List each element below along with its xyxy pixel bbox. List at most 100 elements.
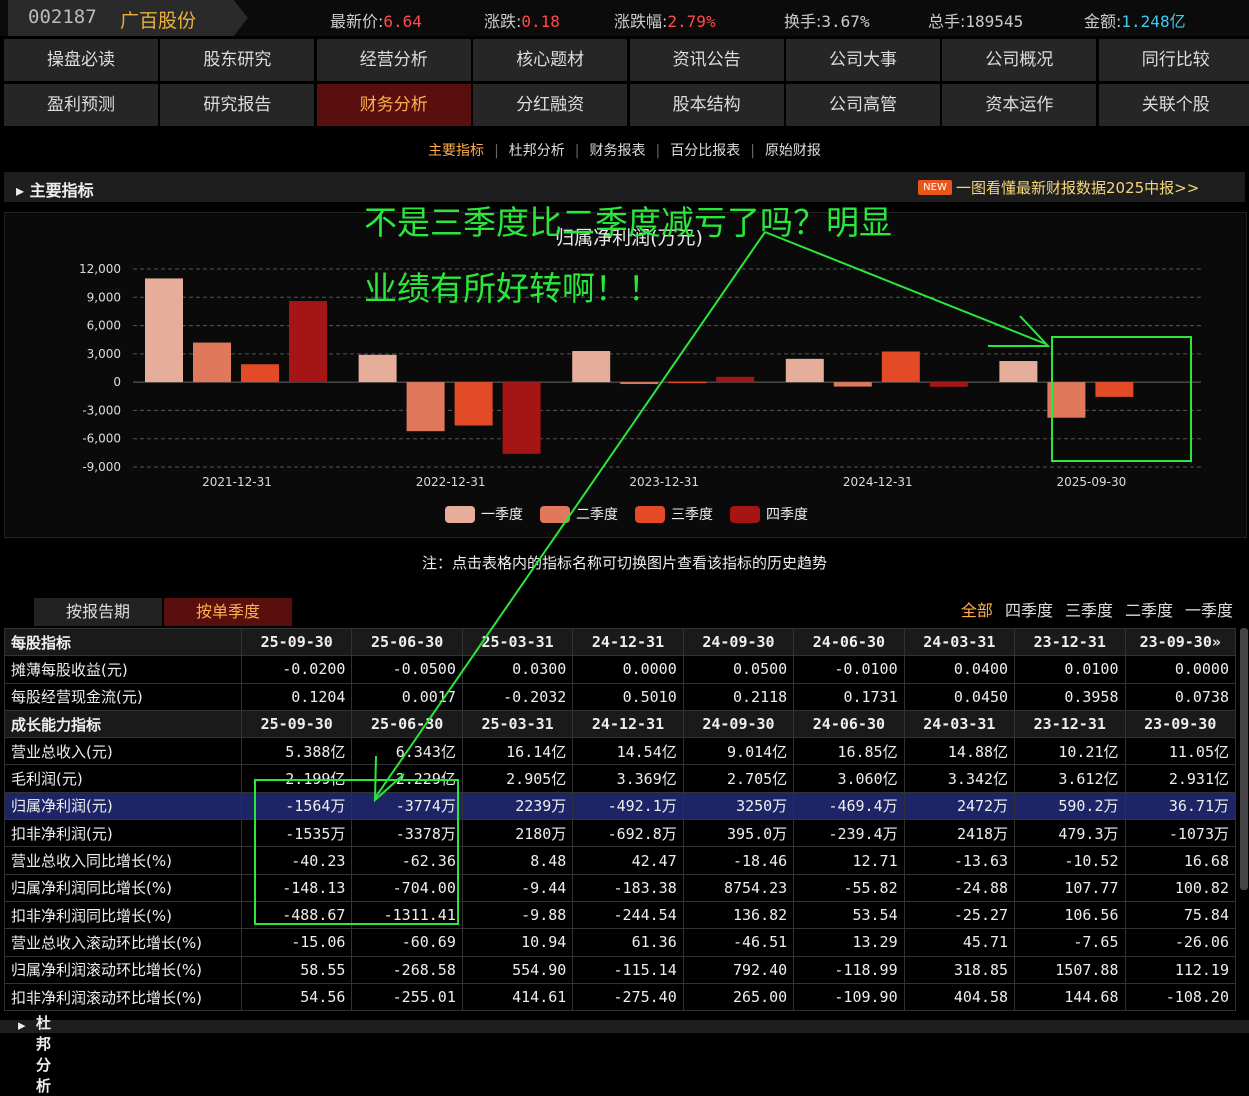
subtab-2[interactable]: 杜邦分析 xyxy=(499,143,575,159)
table-cell: -469.4万 xyxy=(793,791,905,821)
subtab-1[interactable]: 主要指标 xyxy=(418,143,494,159)
table-cell: -25.27 xyxy=(903,900,1016,930)
table-cell: 6.343亿 xyxy=(351,737,463,766)
bar-2024-三季度 xyxy=(881,351,920,383)
legend-label: 四季度 xyxy=(766,507,808,523)
indicator-name[interactable]: 归属净利润(元) xyxy=(4,791,242,821)
table-row: 每股经营现金流(元) 0.1204 0.0017 -0.2032 0.5010 0.211… xyxy=(4,682,1236,711)
bar-2025-一季度 xyxy=(999,361,1038,383)
dupont-section-bar[interactable]: ▸ 杜邦分析 xyxy=(0,1014,1249,1095)
quote-header: 002187 广百股份 最新价:6.64 涨跌:0.18 涨跌幅:2.79% 换… xyxy=(0,0,1249,36)
table-cell: 58.55 xyxy=(240,955,353,984)
filter-4[interactable]: 二季度 xyxy=(1125,601,1173,620)
table-row: 扣非净利润(元) -1535万 -3378万 2180万 -692.8万 395.0万 -2… xyxy=(4,819,1236,848)
nav-item-2[interactable]: 研究报告 xyxy=(160,84,315,126)
nav-item-5[interactable]: 股本结构 xyxy=(629,84,784,126)
table-cell: -148.13 xyxy=(240,873,353,902)
nav-item-7[interactable]: 资本运作 xyxy=(942,84,1097,126)
nav-item-2[interactable]: 股东研究 xyxy=(160,39,315,81)
indicator-name[interactable]: 营业总收入同比增长(%) xyxy=(4,846,242,875)
table-cell: -244.54 xyxy=(572,900,684,930)
table-cell: -492.1万 xyxy=(572,791,684,821)
nav-item-8[interactable]: 同行比较 xyxy=(1098,39,1249,81)
filter-1[interactable]: 全部 xyxy=(961,601,993,620)
table-cell: 0.1731 xyxy=(793,682,905,711)
y-tick-label: -3,000 xyxy=(82,403,121,417)
nav-item-6[interactable]: 公司大事 xyxy=(786,39,940,81)
table-row: 扣非净利润滚动环比增长(%) 54.56 -255.01 414.61 -275.40 2… xyxy=(4,982,1236,1012)
nav-item-4[interactable]: 核心题材 xyxy=(473,39,628,81)
subtab-3[interactable]: 财务报表 xyxy=(580,143,656,159)
quote-amount: 金额:1.248亿 xyxy=(1084,12,1186,31)
table-cell: -108.20 xyxy=(1124,982,1236,1012)
bar-2023-二季度 xyxy=(620,382,659,385)
y-tick-label: 6,000 xyxy=(87,319,121,333)
filter-5[interactable]: 一季度 xyxy=(1185,601,1233,620)
table-cell: 2.931亿 xyxy=(1124,764,1236,793)
nav-item-6[interactable]: 公司高管 xyxy=(786,84,940,126)
stock-code-tag: 002187 广百股份 xyxy=(8,0,248,36)
table-cell: 792.40 xyxy=(682,955,795,984)
report-link[interactable]: 一图看懂最新财报数据2025中报>> xyxy=(956,177,1199,198)
nav-item-1[interactable]: 操盘必读 xyxy=(4,39,158,81)
table-row: 营业总收入(元) 5.388亿 6.343亿 16.14亿 14.54亿 9.014亿 16… xyxy=(4,737,1236,766)
indicator-name[interactable]: 扣非净利润(元) xyxy=(4,819,242,848)
table-cell: 42.47 xyxy=(572,846,684,875)
subtab-5[interactable]: 原始财报 xyxy=(755,143,831,159)
filter-3[interactable]: 三季度 xyxy=(1065,601,1113,620)
nav-item-8[interactable]: 关联个股 xyxy=(1098,84,1249,126)
indicator-name[interactable]: 归属净利润同比增长(%) xyxy=(4,873,242,902)
indicator-name[interactable]: 毛利润(元) xyxy=(4,764,242,793)
nav-item-1[interactable]: 盈利预测 xyxy=(4,84,158,126)
table-cell: 5.388亿 xyxy=(240,737,353,766)
table-cell: -118.99 xyxy=(793,955,905,984)
table-cell: -0.0200 xyxy=(240,655,353,684)
period-header: 23-12-31 xyxy=(1014,627,1126,657)
indicator-name[interactable]: 每股经营现金流(元) xyxy=(4,682,242,711)
table-cell: 3.612亿 xyxy=(1014,764,1126,793)
nav-item-5[interactable]: 资讯公告 xyxy=(629,39,784,81)
nav-item-3[interactable]: 财务分析 xyxy=(316,84,471,126)
stock-name: 广百股份 xyxy=(120,10,197,32)
table-cell: -13.63 xyxy=(903,846,1016,875)
quarter-filters: 全部 四季度 三季度 二季度 一季度 xyxy=(949,597,1233,621)
table-cell: 54.56 xyxy=(240,982,353,1012)
bar-2023-四季度 xyxy=(716,376,755,383)
table-row: 摊薄每股收益(元) -0.0200 -0.0500 0.0300 0.0000 0.050… xyxy=(4,655,1236,684)
indicator-name[interactable]: 归属净利润滚动环比增长(%) xyxy=(4,955,242,984)
table-cell: -9.44 xyxy=(461,873,574,902)
period-header: 23-09-30» xyxy=(1124,627,1236,657)
bar-2022-三季度 xyxy=(454,382,493,426)
table-cell: 590.2万 xyxy=(1014,791,1126,821)
indicator-name[interactable]: 扣非净利润滚动环比增长(%) xyxy=(4,982,242,1012)
period-header: 24-06-30 xyxy=(793,627,905,657)
period-header: 24-06-30 xyxy=(793,709,905,739)
subtab-4[interactable]: 百分比报表 xyxy=(660,143,750,159)
period-header: 24-09-30 xyxy=(682,627,795,657)
nav-item-3[interactable]: 经营分析 xyxy=(316,39,471,81)
table-cell: 61.36 xyxy=(572,928,684,957)
table-cell: -3378万 xyxy=(351,819,463,848)
table-cell: 2418万 xyxy=(903,819,1016,848)
scrollbar[interactable] xyxy=(1240,628,1248,890)
indicator-name[interactable]: 扣非净利润同比增长(%) xyxy=(4,900,242,930)
table-cell: 2239万 xyxy=(461,791,574,821)
table-row: 营业总收入滚动环比增长(%) -15.06 -60.69 10.94 61.36 -46.… xyxy=(4,928,1236,957)
nav-item-7[interactable]: 公司概况 xyxy=(942,39,1097,81)
table-cell: 12.71 xyxy=(793,846,905,875)
filter-2[interactable]: 四季度 xyxy=(1005,601,1053,620)
table-cell: 107.77 xyxy=(1014,873,1126,902)
table-cell: 3.342亿 xyxy=(903,764,1016,793)
indicator-name[interactable]: 营业总收入滚动环比增长(%) xyxy=(4,928,242,957)
table-cell: 0.3958 xyxy=(1014,682,1126,711)
indicator-name[interactable]: 摊薄每股收益(元) xyxy=(4,655,242,684)
table-cell: 479.3万 xyxy=(1014,819,1126,848)
table-cell: 10.21亿 xyxy=(1014,737,1126,766)
tab-by-report-period[interactable]: 按报告期 xyxy=(34,598,162,626)
section-title: ▸ 主要指标 xyxy=(16,181,94,200)
indicator-name[interactable]: 营业总收入(元) xyxy=(4,737,242,766)
tab-by-quarter[interactable]: 按单季度 xyxy=(164,598,292,626)
nav-item-4[interactable]: 分红融资 xyxy=(473,84,628,126)
period-header: 24-12-31 xyxy=(572,627,684,657)
table-cell: 14.88亿 xyxy=(903,737,1016,766)
